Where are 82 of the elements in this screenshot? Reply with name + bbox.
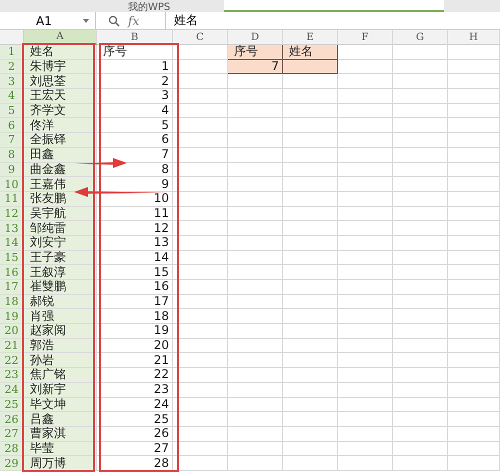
table-cell: 崔雙鹏 bbox=[24, 280, 97, 295]
select-all-corner[interactable] bbox=[0, 30, 24, 45]
table-cell: 20 bbox=[97, 338, 173, 354]
table-cell: 全振铎 bbox=[24, 133, 97, 148]
table-cell: 17 bbox=[97, 294, 173, 310]
row-header[interactable]: 13 bbox=[0, 221, 24, 236]
table-cell: 3 bbox=[97, 89, 173, 104]
table-cell: 朱博宇 bbox=[24, 60, 97, 74]
right-arrow bbox=[75, 158, 127, 168]
table-cell: 27 bbox=[97, 442, 173, 456]
table-cell: 14 bbox=[97, 250, 173, 266]
table-cell: 19 bbox=[97, 324, 173, 339]
row-header[interactable]: 23 bbox=[0, 368, 24, 383]
table-cell: 22 bbox=[97, 368, 173, 383]
table-cell: 王子豪 bbox=[24, 250, 97, 266]
column-header[interactable]: E bbox=[283, 30, 338, 45]
table-cell: 赵家阅 bbox=[24, 324, 97, 339]
table-cell: 焦广铭 bbox=[24, 368, 97, 383]
column-header[interactable]: C bbox=[173, 30, 228, 45]
row-header[interactable]: 7 bbox=[0, 133, 24, 148]
table-cell: 刘思荃 bbox=[24, 74, 97, 90]
row-header[interactable]: 4 bbox=[0, 89, 24, 104]
row-header[interactable]: 17 bbox=[0, 280, 24, 295]
table-cell: 26 bbox=[97, 426, 173, 442]
row-header[interactable]: 19 bbox=[0, 309, 24, 324]
table-cell: 11 bbox=[97, 206, 173, 222]
row-header[interactable]: 26 bbox=[0, 412, 24, 427]
table-cell: 郝锐 bbox=[24, 294, 97, 310]
table-cell: 5 bbox=[97, 118, 173, 134]
row-header[interactable]: 10 bbox=[0, 177, 24, 192]
row-header[interactable]: 16 bbox=[0, 265, 24, 280]
table-cell: 28 bbox=[97, 456, 173, 471]
column-header[interactable]: D bbox=[228, 30, 283, 45]
name-box[interactable]: A1 bbox=[0, 12, 96, 29]
table-cell: 12 bbox=[97, 221, 173, 236]
column-header[interactable]: G bbox=[393, 30, 448, 45]
table-cell: 7 bbox=[228, 60, 283, 74]
table-cell: 24 bbox=[97, 398, 173, 412]
table-cell: 毕文坤 bbox=[24, 398, 97, 412]
table-cell: 刘安宁 bbox=[24, 236, 97, 251]
table-cell: 姓名 bbox=[24, 45, 97, 60]
table-cell: 肖强 bbox=[24, 309, 97, 324]
row-header[interactable]: 20 bbox=[0, 324, 24, 339]
table-cell: 孙岩 bbox=[24, 353, 97, 368]
table-cell: 周万博 bbox=[24, 456, 97, 471]
table-cell: 25 bbox=[97, 412, 173, 427]
table-cell: 15 bbox=[97, 265, 173, 280]
table-cell: 16 bbox=[97, 280, 173, 295]
table-cell: 6 bbox=[97, 133, 173, 148]
table-cell: 4 bbox=[97, 104, 173, 118]
table-cell: 序号 bbox=[228, 45, 283, 60]
table-cell: 吕鑫 bbox=[24, 412, 97, 427]
table-cell: 毕莹 bbox=[24, 442, 97, 456]
table-cell: 王叙淳 bbox=[24, 265, 97, 280]
table-cell: 佟洋 bbox=[24, 118, 97, 134]
table-cell: 王宏天 bbox=[24, 89, 97, 104]
table-cell: 吴宇航 bbox=[24, 206, 97, 222]
table-cell: 21 bbox=[97, 353, 173, 368]
row-header[interactable]: 29 bbox=[0, 456, 24, 471]
table-cell: 郭浩 bbox=[24, 338, 97, 354]
table-cell: 邹纯雷 bbox=[24, 221, 97, 236]
table-cell: 23 bbox=[97, 382, 173, 398]
row-header[interactable]: 1 bbox=[0, 45, 24, 60]
formula-content[interactable]: 姓名 bbox=[166, 12, 198, 29]
table-cell: 齐学文 bbox=[24, 104, 97, 118]
row-header[interactable]: 6 bbox=[0, 118, 24, 134]
table-cell: 13 bbox=[97, 236, 173, 251]
table-cell: 18 bbox=[97, 309, 173, 324]
table-cell: 曹家淇 bbox=[24, 426, 97, 442]
dropdown-icon bbox=[83, 18, 89, 22]
zoom-icon[interactable] bbox=[108, 14, 120, 26]
column-header[interactable]: F bbox=[338, 30, 393, 45]
table-cell: 刘新宇 bbox=[24, 382, 97, 398]
table-cell: 序号 bbox=[97, 45, 173, 60]
row-header[interactable]: 22 bbox=[0, 353, 24, 368]
table-cell: 田鑫 bbox=[24, 148, 97, 162]
table-cell: 1 bbox=[97, 60, 173, 74]
row-header[interactable]: 3 bbox=[0, 74, 24, 90]
table-cell: 2 bbox=[97, 74, 173, 90]
column-header[interactable]: H bbox=[448, 30, 500, 45]
table-cell: 姓名 bbox=[283, 45, 338, 60]
function-label[interactable]: fx bbox=[128, 14, 140, 28]
